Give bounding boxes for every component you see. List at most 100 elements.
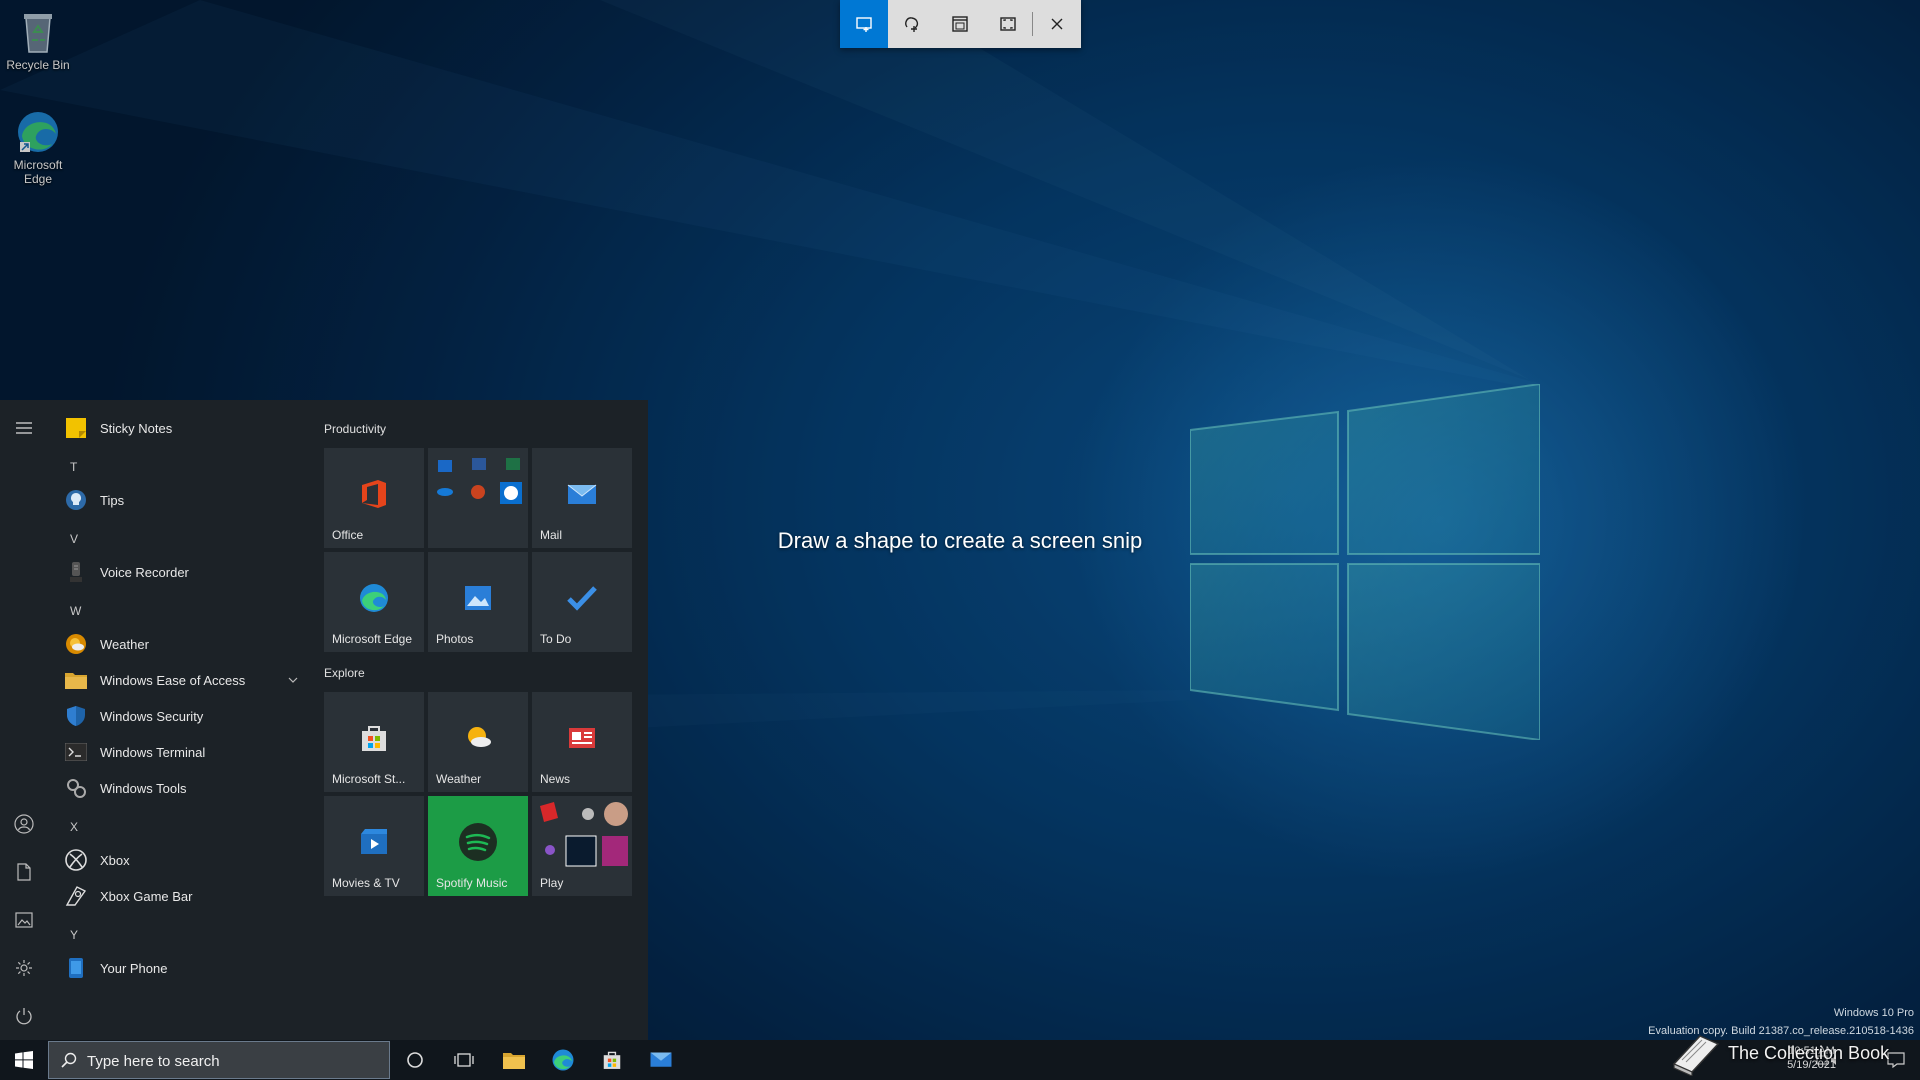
app-tips[interactable]: Tips	[64, 482, 300, 518]
tile-news[interactable]: News	[532, 692, 632, 792]
letter-header[interactable]: T	[70, 460, 77, 474]
folder-icon	[503, 1053, 525, 1069]
store-taskbar-button[interactable]	[600, 1048, 624, 1072]
app-xbox[interactable]: Xbox	[64, 842, 300, 878]
app-label: Windows Security	[100, 708, 204, 724]
tile-spotify-music[interactable]: Spotify Music	[428, 796, 528, 896]
rectangular-snip-button[interactable]	[840, 0, 888, 48]
freeform-snip-button[interactable]	[888, 0, 936, 48]
cortana-circle-icon	[407, 1052, 423, 1068]
microphone-icon	[64, 560, 88, 584]
game-bar-icon	[64, 884, 88, 908]
movies-icon	[358, 826, 390, 858]
file-explorer-button[interactable]	[502, 1048, 526, 1072]
tile-group-title[interactable]: Explore	[324, 666, 365, 680]
tile-label: Photos	[436, 632, 474, 646]
expand-menu-button[interactable]	[12, 416, 36, 440]
settings-button[interactable]	[12, 956, 36, 980]
documents-button[interactable]	[12, 860, 36, 884]
close-snip-button[interactable]	[1033, 0, 1081, 48]
app-xbox-game-bar[interactable]: Xbox Game Bar	[64, 878, 300, 914]
folder-icon	[64, 668, 88, 692]
app-your-phone[interactable]: Your Phone	[64, 950, 300, 986]
task-view-button[interactable]	[452, 1048, 476, 1072]
search-input[interactable]	[85, 1050, 379, 1072]
app-label: Tips	[100, 492, 125, 508]
notification-icon	[1887, 1052, 1905, 1068]
chevron-down-icon	[288, 677, 298, 683]
tile-label: Movies & TV	[332, 876, 400, 890]
tile-to-do[interactable]: To Do	[532, 552, 632, 652]
task-view-icon	[454, 1053, 474, 1067]
tile-label: Office	[332, 528, 364, 542]
tile-office-apps-folder[interactable]	[428, 448, 528, 548]
cortana-button[interactable]	[403, 1048, 427, 1072]
tile-photos[interactable]: Photos	[428, 552, 528, 652]
letter-header[interactable]: X	[70, 820, 78, 834]
search-icon	[61, 1052, 77, 1068]
taskbar-search-box[interactable]	[48, 1041, 390, 1079]
app-windows-security[interactable]: Windows Security	[64, 698, 300, 734]
tile-label: Play	[540, 876, 564, 890]
checkmark-icon	[566, 582, 598, 614]
tile-group-title[interactable]: Productivity	[324, 422, 386, 436]
mail-taskbar-button[interactable]	[649, 1048, 673, 1072]
snip-instruction: Draw a shape to create a screen snip	[777, 528, 1143, 553]
app-label: Windows Tools	[100, 780, 187, 796]
app-windows-ease-of-access[interactable]: Windows Ease of Access	[64, 662, 300, 698]
tile-label: Spotify Music	[436, 876, 508, 890]
windows-start-icon	[15, 1051, 33, 1069]
photos-icon	[462, 582, 494, 614]
snip-toolbar	[840, 0, 1081, 48]
window-snip-icon	[952, 16, 968, 32]
app-weather[interactable]: Weather	[64, 626, 300, 662]
tile-label: Mail	[540, 528, 563, 542]
fullscreen-snip-icon	[1000, 17, 1016, 31]
document-icon	[17, 863, 31, 881]
fullscreen-snip-button[interactable]	[984, 0, 1032, 48]
pictures-button[interactable]	[12, 908, 36, 932]
edge-icon	[358, 582, 390, 614]
start-button[interactable]	[12, 1048, 36, 1072]
account-button[interactable]	[12, 812, 36, 836]
letter-header[interactable]: W	[70, 604, 81, 618]
picture-icon	[15, 912, 33, 928]
app-voice-recorder[interactable]: Voice Recorder	[64, 554, 300, 590]
tile-play[interactable]: Play	[532, 796, 632, 896]
close-icon	[1051, 18, 1063, 30]
tile-label: Microsoft St...	[332, 772, 406, 786]
spotify-icon	[458, 822, 498, 862]
app-windows-tools[interactable]: Windows Tools	[64, 770, 300, 806]
sticky-notes-icon	[64, 416, 88, 440]
freeform-snip-icon	[905, 17, 919, 32]
start-menu: Sticky Notes T Tips V Voice Recorder W W…	[0, 400, 648, 1040]
mail-icon	[650, 1052, 672, 1067]
tools-icon	[64, 776, 88, 800]
app-label: Xbox Game Bar	[100, 888, 193, 904]
window-snip-button[interactable]	[936, 0, 984, 48]
tile-microsoft-store[interactable]: Microsoft St...	[324, 692, 424, 792]
news-icon	[566, 722, 598, 754]
store-icon	[358, 722, 390, 754]
letter-header[interactable]: V	[70, 532, 78, 546]
app-label: Your Phone	[100, 960, 168, 976]
weather-icon	[64, 632, 88, 656]
tile-label: Microsoft Edge	[332, 632, 413, 646]
edge-taskbar-button[interactable]	[551, 1048, 575, 1072]
tile-movies-tv[interactable]: Movies & TV	[324, 796, 424, 896]
tile-office[interactable]: Office	[324, 448, 424, 548]
watermark-edition: Windows 10 Pro	[1833, 1007, 1914, 1019]
shield-icon	[64, 704, 88, 728]
app-windows-terminal[interactable]: Windows Terminal	[64, 734, 300, 770]
office-apps-icon	[437, 458, 522, 504]
power-button[interactable]	[12, 1004, 36, 1028]
gear-icon	[16, 960, 32, 976]
lightbulb-icon	[64, 488, 88, 512]
start-rail	[0, 400, 48, 1040]
app-sticky-notes[interactable]: Sticky Notes	[64, 410, 300, 446]
letter-header[interactable]: Y	[70, 928, 78, 942]
app-label: Windows Terminal	[100, 744, 206, 760]
tile-mail[interactable]: Mail	[532, 448, 632, 548]
tile-microsoft-edge[interactable]: Microsoft Edge	[324, 552, 424, 652]
tile-weather[interactable]: Weather	[428, 692, 528, 792]
